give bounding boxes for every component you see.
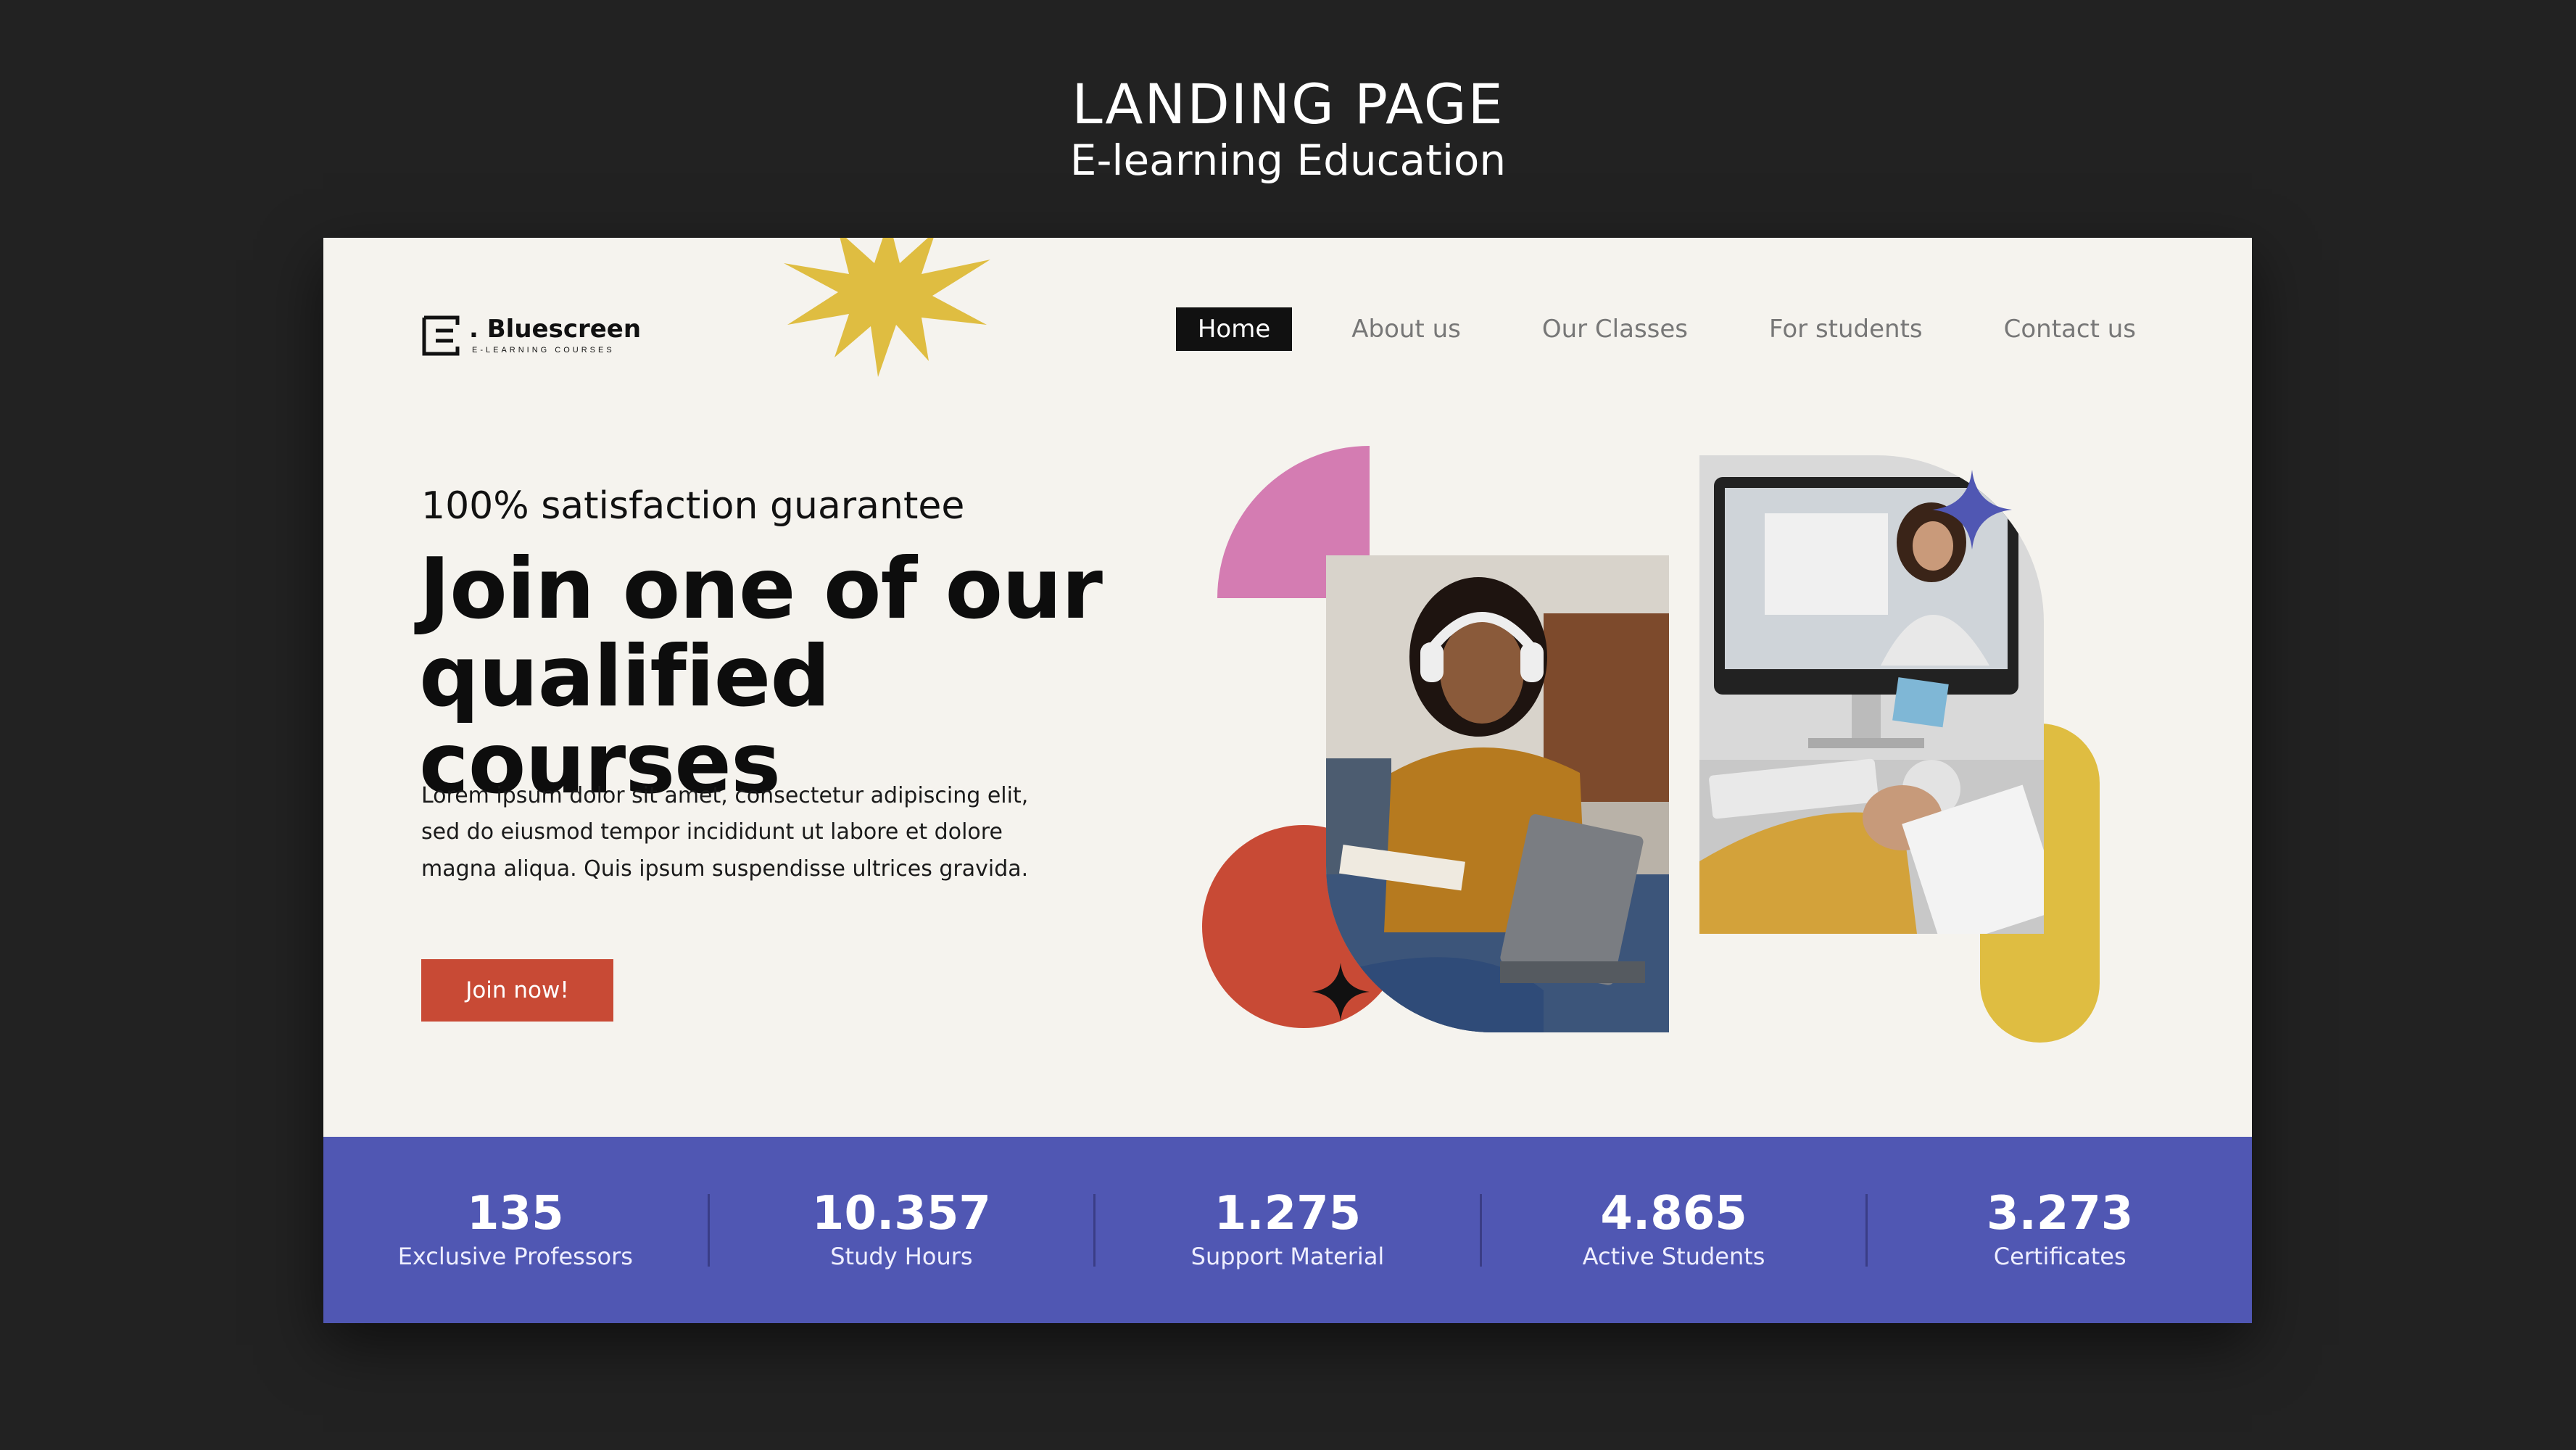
- stat-support-material: 1.275 Support Material: [1096, 1189, 1482, 1271]
- hero-body-text: Lorem ipsum dolor sit amet, consectetur …: [421, 783, 1029, 882]
- stat-label: Active Students: [1582, 1243, 1765, 1271]
- stat-label: Study Hours: [830, 1243, 973, 1271]
- stat-professors: 135 Exclusive Professors: [323, 1189, 710, 1271]
- stat-label: Certificates: [1993, 1243, 2126, 1271]
- stat-active-students: 4.865 Active Students: [1482, 1189, 1868, 1271]
- nav-contact-us[interactable]: Contact us: [1982, 307, 2158, 351]
- blue-sparkle-icon: [1932, 470, 2012, 550]
- stat-value: 1.275: [1214, 1186, 1362, 1240]
- starburst-decoration: [784, 238, 990, 377]
- join-now-button[interactable]: Join now!: [421, 959, 613, 1022]
- student-headphones-illustration: [1326, 555, 1669, 1032]
- presentation-header: LANDING PAGE E-learning Education: [0, 72, 2576, 186]
- hero-title-line-1: Join one of our: [419, 540, 1103, 638]
- stat-label: Exclusive Professors: [397, 1243, 633, 1271]
- presentation-title: LANDING PAGE: [1072, 72, 1504, 136]
- logo-text: . Bluescreen E-LEARNING COURSES: [469, 317, 641, 355]
- hero-eyebrow: 100% satisfaction guarantee: [421, 484, 965, 528]
- stat-certificates: 3.273 Certificates: [1868, 1189, 2252, 1271]
- stat-value: 4.865: [1600, 1186, 1747, 1240]
- student-headphones-photo: [1326, 555, 1669, 1032]
- logo-tagline: E-LEARNING COURSES: [472, 346, 615, 355]
- nav-about-us[interactable]: About us: [1330, 307, 1483, 351]
- stats-bar: 135 Exclusive Professors 10.357 Study Ho…: [323, 1137, 2252, 1323]
- nav-home[interactable]: Home: [1175, 307, 1293, 351]
- logo-name: . Bluescreen: [469, 315, 642, 344]
- logo[interactable]: . Bluescreen E-LEARNING COURSES: [421, 314, 641, 357]
- nav-for-students[interactable]: For students: [1747, 307, 1945, 351]
- stat-value: 135: [467, 1186, 564, 1240]
- stat-value: 3.273: [1986, 1186, 2134, 1240]
- nav-our-classes[interactable]: Our Classes: [1520, 307, 1710, 351]
- hero-title: Join one of our qualified courses: [419, 545, 1217, 808]
- stat-label: Support Material: [1190, 1243, 1385, 1271]
- stat-value: 10.357: [811, 1186, 991, 1240]
- main-nav: Home About us Our Classes For students C…: [1175, 307, 2158, 351]
- landing-page-card: . Bluescreen E-LEARNING COURSES Home Abo…: [323, 238, 2252, 1323]
- logo-e-icon: [422, 315, 460, 356]
- stat-study-hours: 10.357 Study Hours: [710, 1189, 1096, 1271]
- presentation-subtitle: E-learning Education: [1069, 136, 1507, 186]
- black-sparkle-icon: [1312, 963, 1370, 1021]
